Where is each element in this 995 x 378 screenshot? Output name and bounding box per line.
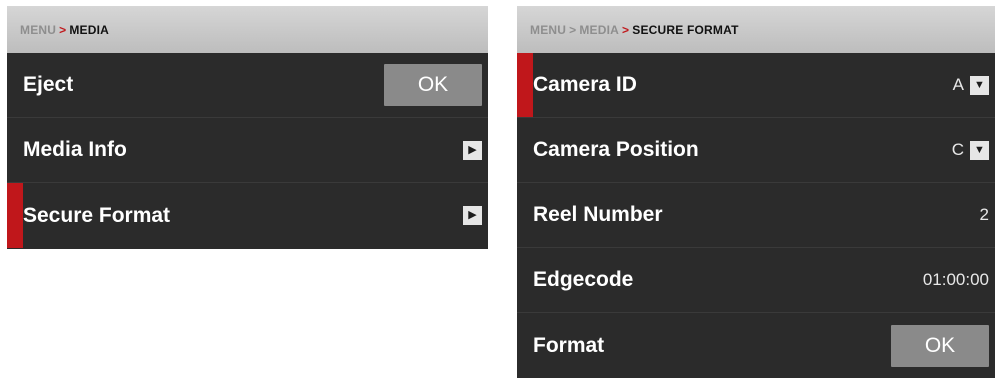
camera-position-value: C [951, 140, 964, 159]
setting-row-format[interactable]: Format OK [517, 313, 995, 378]
setting-row-camera-position[interactable]: Camera Position C ▼ [517, 118, 995, 183]
menu-row-secure-format[interactable]: Secure Format ▶ [7, 183, 488, 248]
row-label: Format [533, 333, 605, 357]
selection-marker [517, 53, 533, 117]
row-label: Media Info [23, 138, 127, 161]
row-label: Secure Format [23, 203, 171, 227]
format-ok-button[interactable]: OK [891, 324, 989, 367]
camera-position-select[interactable]: C ▼ [952, 140, 989, 160]
breadcrumb-root[interactable]: MENU [530, 23, 566, 37]
breadcrumb-current: SECURE FORMAT [632, 22, 739, 37]
breadcrumb: MENU > MEDIA > SECURE FORMAT [517, 6, 995, 53]
setting-row-reel-number[interactable]: Reel Number 2 [517, 183, 995, 248]
row-label: Reel Number [533, 203, 663, 226]
breadcrumb-separator: > [569, 22, 577, 37]
camera-id-select[interactable]: A ▼ [953, 75, 989, 95]
breadcrumb-separator: > [59, 22, 67, 37]
media-menu-panel: MENU > MEDIA Eject OK Media Info ▶ Secur… [7, 6, 488, 249]
chevron-right-icon[interactable]: ▶ [463, 206, 482, 225]
row-label: Camera Position [533, 138, 699, 161]
row-label: Eject [23, 73, 74, 96]
setting-row-camera-id[interactable]: Camera ID A ▼ [517, 53, 995, 118]
reel-number-value[interactable]: 2 [980, 205, 989, 225]
breadcrumb-separator: > [622, 22, 630, 37]
edgecode-value[interactable]: 01:00:00 [923, 270, 989, 290]
breadcrumb: MENU > MEDIA [7, 6, 488, 53]
menu-row-media-info[interactable]: Media Info ▶ [7, 118, 488, 183]
secure-format-panel: MENU > MEDIA > SECURE FORMAT Camera ID A… [517, 6, 995, 378]
setting-row-edgecode[interactable]: Edgecode 01:00:00 [517, 248, 995, 313]
camera-id-value: A [952, 75, 964, 94]
selection-marker [7, 183, 23, 248]
row-label: Edgecode [533, 268, 634, 291]
breadcrumb-current: MEDIA [69, 22, 110, 37]
breadcrumb-media[interactable]: MEDIA [579, 23, 619, 37]
chevron-right-icon[interactable]: ▶ [463, 140, 482, 160]
chevron-down-icon[interactable]: ▼ [970, 75, 989, 95]
row-label: Camera ID [533, 73, 637, 96]
menu-row-eject[interactable]: Eject OK [7, 53, 488, 118]
breadcrumb-root[interactable]: MENU [20, 23, 56, 37]
eject-ok-button[interactable]: OK [384, 64, 482, 106]
chevron-down-icon[interactable]: ▼ [970, 140, 989, 160]
